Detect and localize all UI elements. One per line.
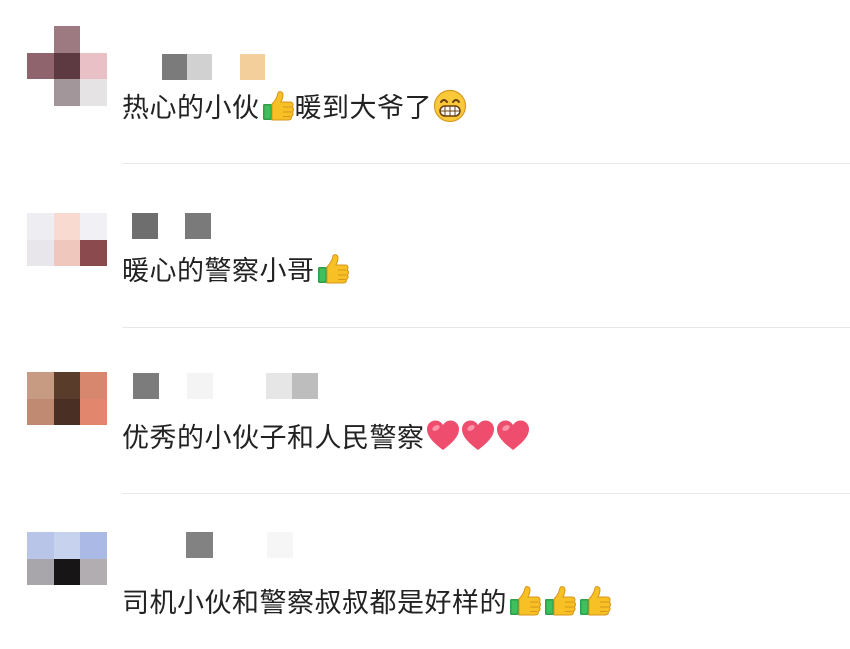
comment-text: 热心的小伙 暖到大爷了 [122, 89, 467, 129]
divider [122, 327, 850, 328]
avatar[interactable] [27, 26, 107, 106]
comment-text-part: 热心的小伙 [122, 93, 260, 124]
red-heart-icon [461, 419, 495, 453]
avatar[interactable] [27, 372, 107, 452]
thumbs-up-icon [543, 584, 577, 618]
red-heart-icon [496, 419, 530, 453]
comment-text: 优秀的小伙子和人民警察 [122, 419, 530, 459]
comment-text: 暖心的警察小哥 [122, 252, 350, 292]
comment-text-part: 优秀的小伙子和人民警察 [122, 423, 425, 454]
red-heart-icon [426, 419, 460, 453]
comment-text: 司机小伙和警察叔叔都是好样的 [122, 584, 612, 624]
avatar[interactable] [27, 213, 107, 293]
comment-text-part: 暖心的警察小哥 [122, 256, 315, 287]
comment-text-part: 司机小伙和警察叔叔都是好样的 [122, 588, 507, 619]
divider [122, 493, 850, 494]
avatar[interactable] [27, 532, 107, 612]
comment-text-part: 暖到大爷了 [294, 93, 432, 124]
thumbs-up-icon [261, 89, 295, 123]
thumbs-up-icon [316, 252, 350, 286]
divider [122, 163, 850, 164]
thumbs-up-icon [578, 584, 612, 618]
grinning-face-icon [433, 89, 467, 123]
thumbs-up-icon [508, 584, 542, 618]
